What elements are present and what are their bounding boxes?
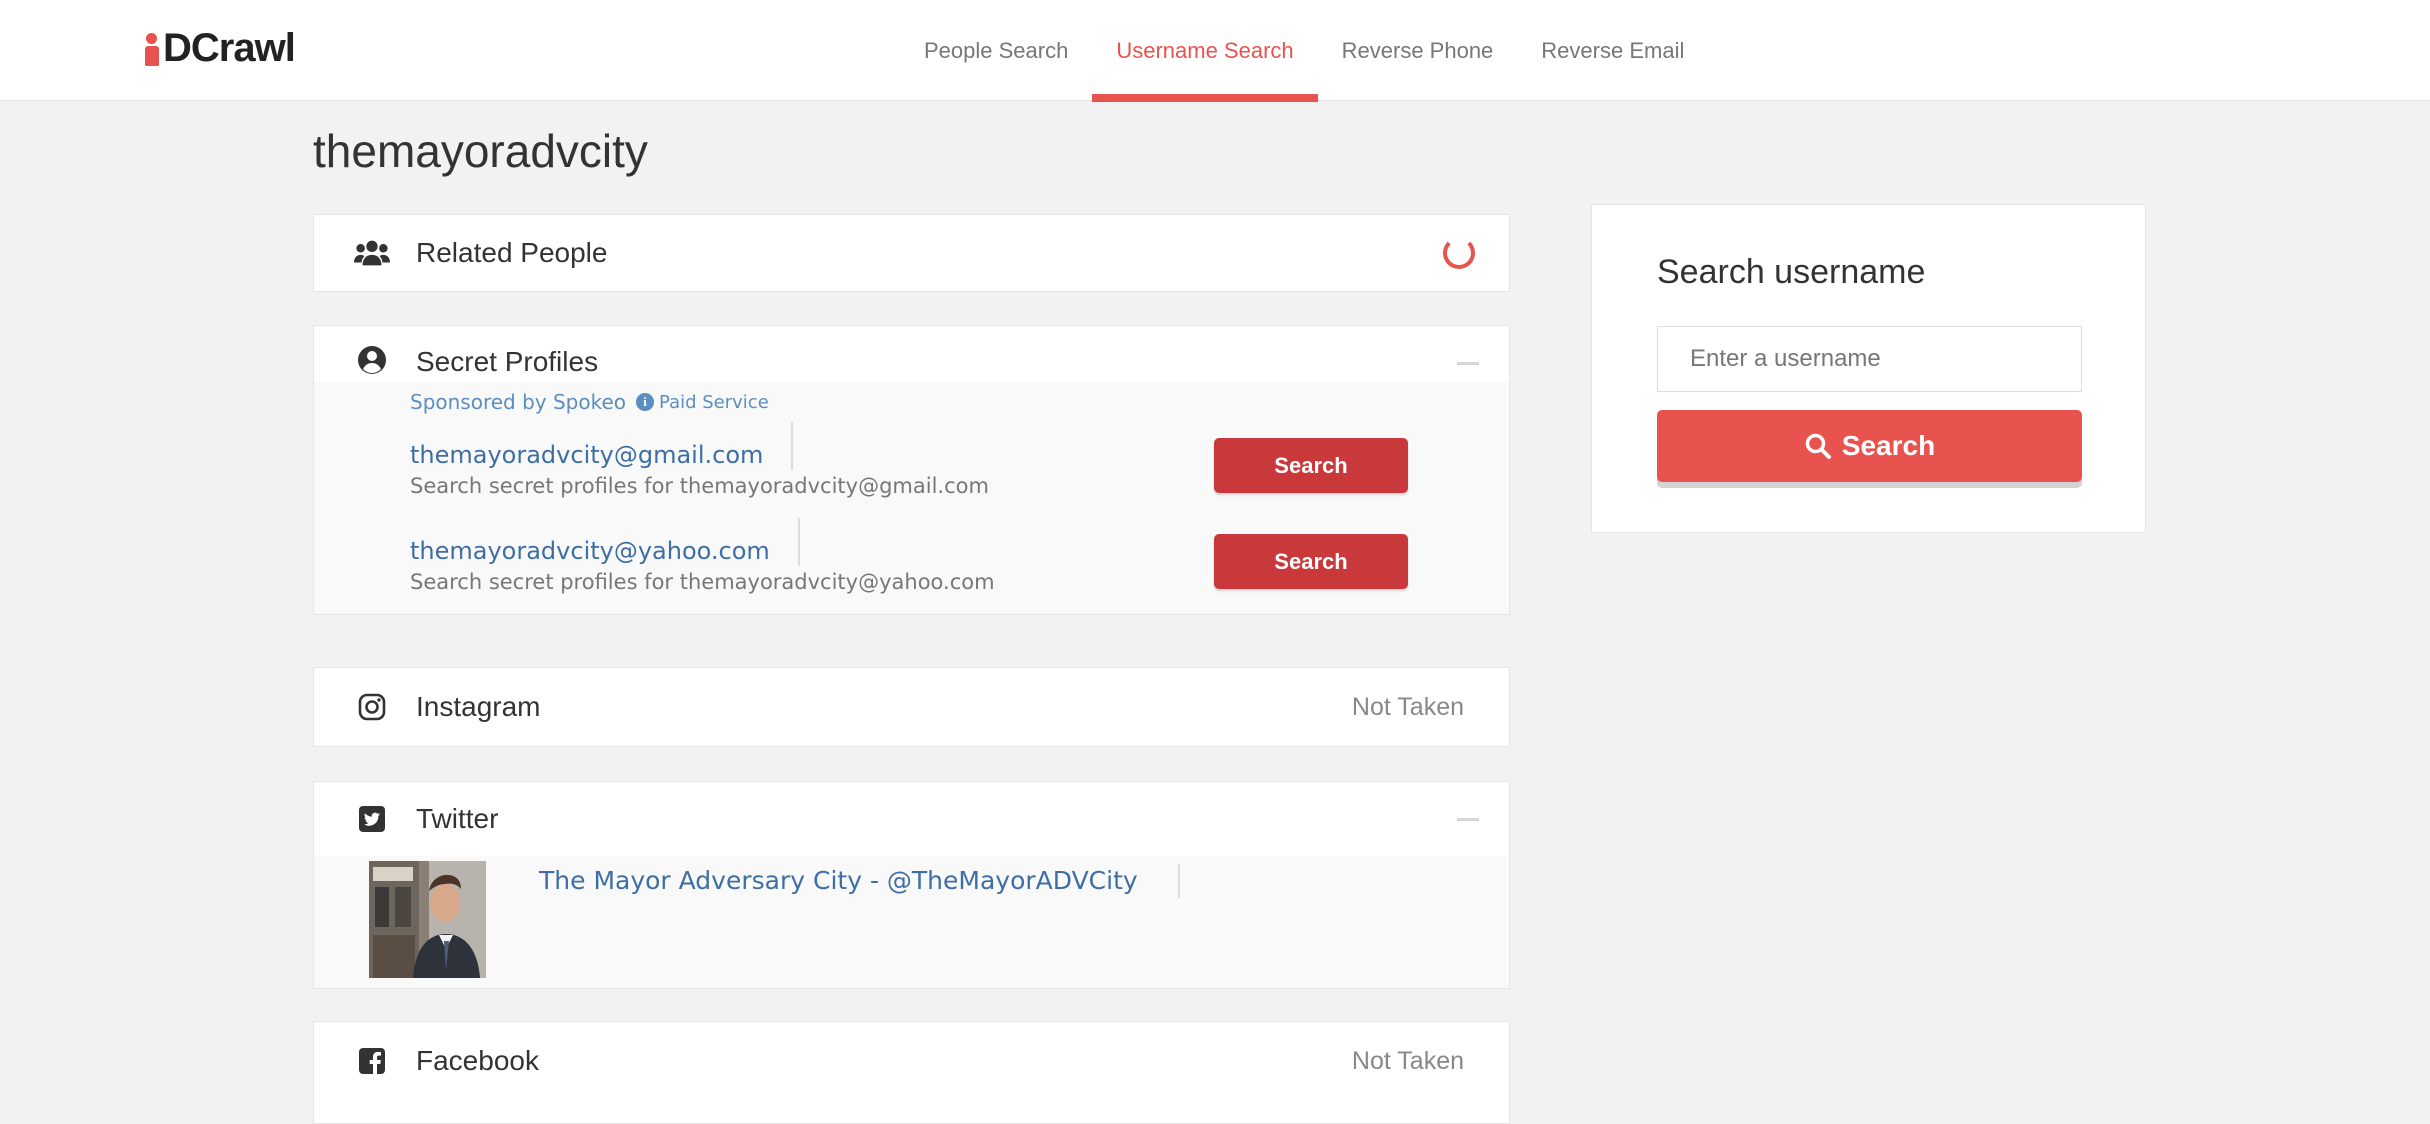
instagram-status: Not Taken [1351, 692, 1464, 721]
facebook-status: Not Taken [1351, 1046, 1464, 1075]
instagram-card: Instagram Not Taken [313, 667, 1510, 747]
twitter-avatar[interactable] [369, 861, 486, 978]
nav-tab-username-search[interactable]: Username Search [1092, 0, 1318, 102]
collapse-icon[interactable] [1457, 362, 1479, 365]
secret-profile-row: themayoradvcity@gmail.com Search secret … [314, 422, 1509, 518]
instagram-icon [354, 689, 390, 725]
twitter-title: Twitter [416, 803, 499, 834]
logo-text: DCrawl [163, 26, 296, 70]
search-button-label: Search [1841, 430, 1936, 461]
twitter-header[interactable]: Twitter [314, 782, 1509, 856]
search-profile-button[interactable]: Search [1214, 438, 1408, 493]
username-search-button[interactable]: Search [1657, 410, 2082, 482]
nav-tab-reverse-phone[interactable]: Reverse Phone [1318, 0, 1518, 101]
related-people-title: Related People [416, 237, 608, 268]
profile-email-link[interactable]: themayoradvcity@yahoo.com [410, 518, 800, 566]
nav-tab-people-search[interactable]: People Search [900, 0, 1092, 101]
sponsored-line: Sponsored by Spokeo i Paid Service [314, 382, 1509, 422]
twitter-body: The Mayor Adversary City - @TheMayorADVC… [314, 856, 1509, 988]
username-input[interactable] [1657, 326, 2082, 392]
twitter-icon [354, 801, 390, 837]
sponsored-text[interactable]: Sponsored by Spokeo [410, 390, 626, 414]
logo-person-icon [145, 30, 159, 68]
logo[interactable]: DCrawl [145, 26, 296, 71]
facebook-card: Facebook Not Taken [313, 1021, 1510, 1124]
collapse-icon[interactable] [1457, 818, 1479, 821]
related-people-header[interactable]: Related People [314, 215, 1509, 291]
users-icon [354, 235, 390, 271]
facebook-icon [354, 1043, 390, 1079]
secret-profiles-card: Secret Profiles Sponsored by Spokeo i Pa… [313, 325, 1510, 615]
top-navbar: DCrawl People Search Username Search Rev… [0, 0, 2430, 102]
loading-spinner-icon [1443, 237, 1475, 269]
facebook-title: Facebook [416, 1045, 539, 1076]
secret-profiles-header[interactable]: Secret Profiles [314, 326, 1509, 382]
page-title: themayoradvcity [313, 125, 648, 177]
nav-tab-reverse-email[interactable]: Reverse Email [1517, 0, 1708, 101]
paid-service-label: Paid Service [659, 391, 769, 413]
secret-profiles-title: Secret Profiles [416, 346, 599, 377]
search-username-card: Search username Search [1591, 204, 2146, 533]
related-people-card: Related People [313, 214, 1510, 292]
info-icon: i [636, 393, 655, 411]
search-username-title: Search username [1657, 253, 1926, 291]
main-nav: People Search Username Search Reverse Ph… [900, 0, 1708, 102]
instagram-title: Instagram [416, 691, 541, 722]
profile-email-link[interactable]: themayoradvcity@gmail.com [410, 422, 794, 470]
paid-service-badge[interactable]: i Paid Service [636, 392, 769, 413]
instagram-header[interactable]: Instagram Not Taken [314, 668, 1509, 746]
facebook-header[interactable]: Facebook Not Taken [314, 1022, 1509, 1100]
secret-profiles-body: Sponsored by Spokeo i Paid Service thema… [314, 382, 1509, 614]
search-icon [1805, 433, 1831, 459]
user-circle-icon [354, 342, 390, 378]
twitter-card: Twitter The Mayor Adversary City - @TheM… [313, 781, 1510, 989]
twitter-profile-link[interactable]: The Mayor Adversary City - @TheMayorADVC… [539, 864, 1180, 898]
search-profile-button[interactable]: Search [1214, 534, 1408, 589]
secret-profile-row: themayoradvcity@yahoo.com Search secret … [314, 518, 1509, 614]
